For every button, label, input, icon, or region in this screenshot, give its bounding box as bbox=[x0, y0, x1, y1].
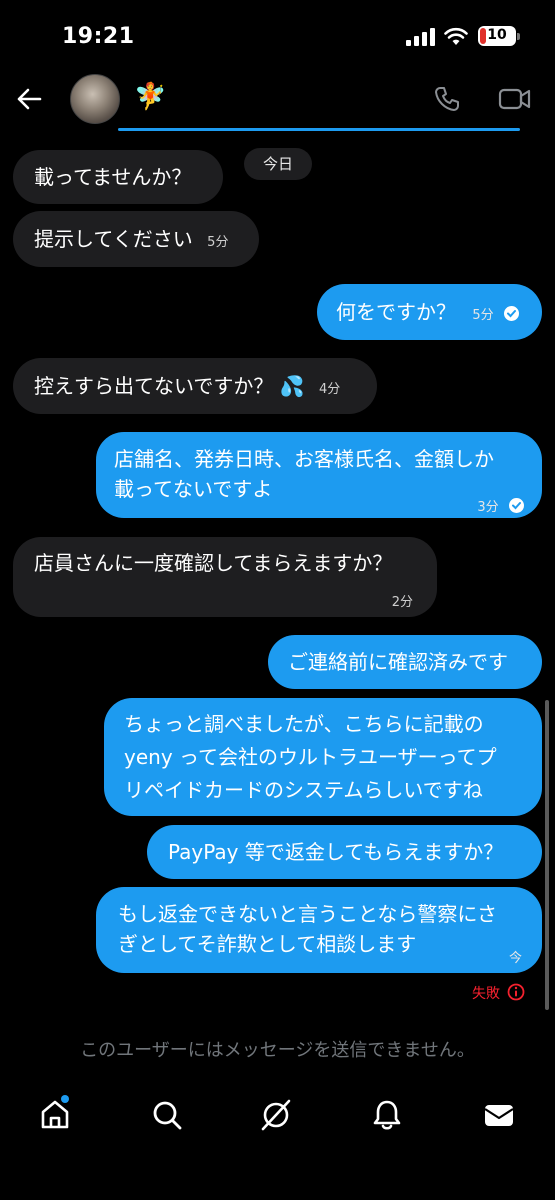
message-text: 何をですか？ bbox=[336, 300, 456, 324]
scrollbar[interactable] bbox=[545, 700, 549, 1010]
status-time: 19:21 bbox=[62, 24, 135, 49]
incoming-message[interactable]: 載ってませんか？ bbox=[13, 150, 223, 204]
home-icon[interactable] bbox=[38, 1098, 72, 1132]
message-text: ご連絡前に確認済みです bbox=[288, 650, 508, 674]
outgoing-message[interactable]: ちょっと調べましたが、こちらに記載の yeny って会社のウルトラユーザーってプ… bbox=[104, 698, 542, 816]
message-time: 4分 bbox=[319, 382, 341, 397]
message-line: もし返金できないと言うことなら警察にさ bbox=[118, 902, 497, 926]
message-time: 5分 bbox=[207, 235, 229, 250]
outgoing-message[interactable]: ご連絡前に確認済みです bbox=[268, 635, 542, 689]
message-line: 店舗名、発券日時、お客様氏名、金額しか bbox=[114, 447, 494, 471]
message-text: 控えすら出てないですか？ bbox=[34, 374, 274, 398]
message-line: ちょっと調べましたが、こちらに記載の bbox=[124, 712, 484, 736]
message-time: 5分 bbox=[472, 308, 494, 323]
outgoing-message[interactable]: PayPay 等で返金してもらえますか？ bbox=[147, 825, 542, 879]
incoming-message[interactable]: 控えすら出てないですか？ 💦 4分 bbox=[13, 358, 377, 414]
battery-cap bbox=[517, 33, 520, 40]
message-time: 3分 bbox=[477, 500, 499, 515]
outgoing-message[interactable]: 何をですか？ 5分 bbox=[317, 284, 542, 340]
sweat-drops-emoji: 💦 bbox=[279, 374, 305, 398]
read-check-icon bbox=[509, 498, 524, 513]
message-text: PayPay 等で返金してもらえますか？ bbox=[168, 840, 504, 864]
signal-icon bbox=[406, 28, 435, 46]
mail-icon[interactable] bbox=[482, 1098, 516, 1132]
grok-icon[interactable] bbox=[259, 1098, 293, 1132]
wifi-icon bbox=[444, 27, 468, 45]
error-info-icon[interactable] bbox=[507, 983, 525, 1001]
cannot-message-notice: このユーザーにはメッセージを送信できません。 bbox=[80, 1040, 475, 1061]
outgoing-message[interactable]: もし返金できないと言うことなら警察にさ ぎとしてそ詐欺として相談します 今 bbox=[96, 887, 542, 973]
message-text: 店員さんに一度確認してまらえますか？ bbox=[34, 551, 393, 575]
back-arrow-icon[interactable] bbox=[14, 84, 44, 114]
message-text: 提示してください bbox=[34, 227, 193, 251]
incoming-message[interactable]: 店員さんに一度確認してまらえますか？ 2分 bbox=[13, 537, 437, 617]
contact-name-emoji[interactable]: 🧚 bbox=[134, 82, 166, 112]
message-line: yeny って会社のウルトラユーザーってプ bbox=[124, 745, 497, 769]
incoming-message[interactable]: 提示してください 5分 bbox=[13, 211, 259, 267]
read-check-icon bbox=[504, 306, 519, 321]
message-time: 2分 bbox=[391, 595, 413, 610]
header-divider bbox=[118, 128, 520, 131]
message-text: 載ってませんか？ bbox=[34, 165, 192, 189]
battery-indicator: 10 bbox=[478, 26, 516, 46]
date-separator: 今日 bbox=[244, 148, 312, 180]
battery-level: 10 bbox=[487, 27, 507, 43]
send-failed-label[interactable]: 失敗 bbox=[472, 983, 500, 1003]
video-call-icon[interactable] bbox=[498, 84, 532, 114]
message-time: 今 bbox=[508, 951, 522, 966]
home-notification-dot bbox=[61, 1095, 69, 1103]
message-line: ぎとしてそ詐欺として相談します bbox=[118, 932, 417, 956]
bell-icon[interactable] bbox=[370, 1098, 404, 1132]
outgoing-message[interactable]: 店舗名、発券日時、お客様氏名、金額しか 載ってないですよ 3分 bbox=[96, 432, 542, 518]
message-line: リペイドカードのシステムらしいですね bbox=[124, 778, 483, 802]
contact-avatar[interactable] bbox=[70, 74, 120, 124]
search-icon[interactable] bbox=[150, 1098, 184, 1132]
phone-icon[interactable] bbox=[432, 84, 462, 114]
